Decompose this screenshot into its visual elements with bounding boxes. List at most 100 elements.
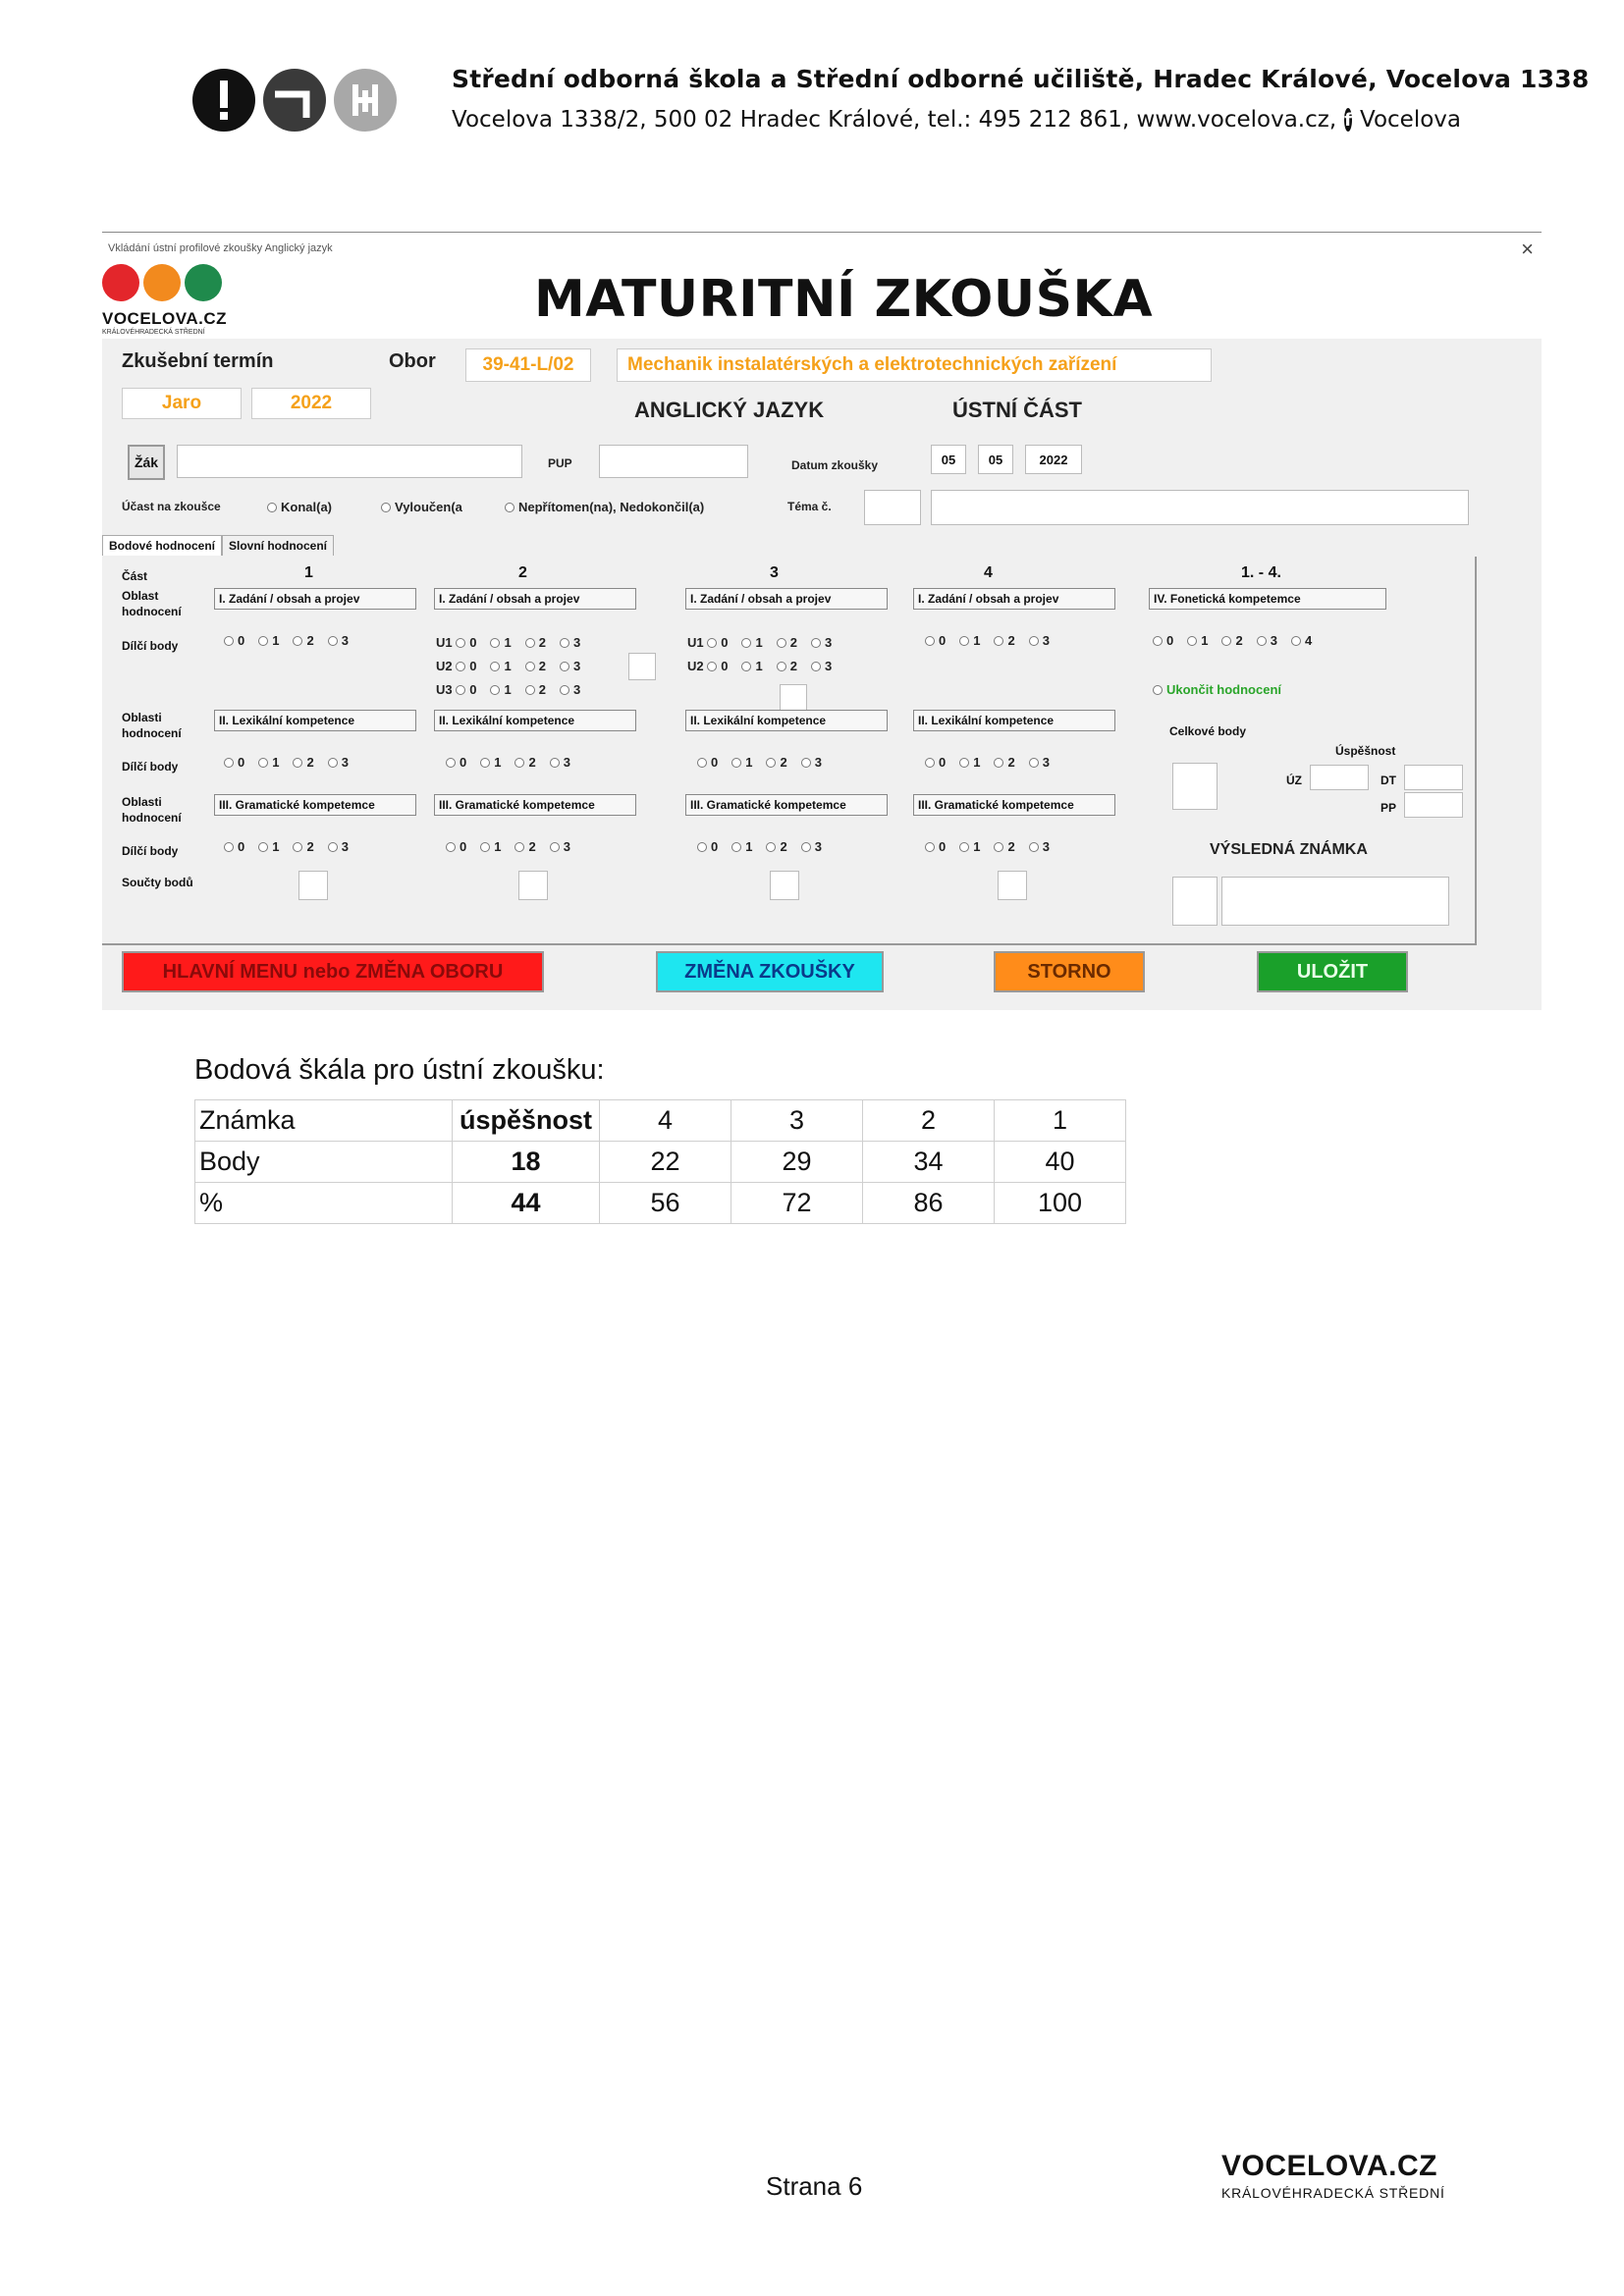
table-cell: Body	[194, 1141, 453, 1183]
area4-col5: IV. Fonetická kompetemce	[1149, 588, 1386, 610]
area-row-label-2: Oblasti hodnocení	[122, 711, 182, 740]
area2-col1: II. Lexikální kompetence	[214, 710, 416, 731]
term-season-field[interactable]: Jaro	[122, 388, 242, 419]
topic-number-field[interactable]	[864, 490, 921, 525]
window-logos	[102, 264, 222, 301]
table-cell: Známka	[194, 1099, 453, 1142]
total-points-field[interactable]	[1172, 763, 1218, 810]
table-cell: 3	[731, 1099, 863, 1142]
window-brand: VOCELOVA.CZ	[102, 309, 228, 328]
area2-col2: II. Lexikální kompetence	[434, 710, 636, 731]
dt-field[interactable]	[1404, 765, 1463, 790]
r1c2-sum-field[interactable]	[628, 653, 656, 680]
pipe-logo-icon	[263, 69, 326, 132]
tab-bar: Bodové hodnocení Slovní hodnocení	[102, 535, 335, 556]
scale-caption: Bodová škála pro ústní zkoušku:	[194, 1054, 605, 1086]
green-logo-icon	[185, 264, 222, 301]
topic-name-field[interactable]	[931, 490, 1469, 525]
r1c5-radios[interactable]: 01234	[1153, 633, 1312, 648]
attendance-radio-2[interactable]: Vyloučen(a	[381, 500, 462, 514]
uz-field[interactable]	[1310, 765, 1369, 790]
letterhead: Střední odborná škola a Střední odborné …	[452, 65, 1590, 133]
date-day-field[interactable]: 05	[931, 445, 966, 474]
r1c4-radios[interactable]: 0123	[925, 633, 1050, 648]
date-month-field[interactable]: 05	[978, 445, 1013, 474]
table-row: Body 18 22 29 34 40	[194, 1141, 1126, 1183]
obor-name-field[interactable]: Mechanik instalatérských a elektrotechni…	[617, 348, 1212, 382]
table-cell: 29	[731, 1141, 863, 1183]
obor-label: Obor	[389, 350, 436, 372]
partial-row-label-2: Dílčí body	[122, 760, 179, 774]
area3-col3: III. Gramatické kompetemce	[685, 794, 888, 816]
r2c2-radios[interactable]: 0123	[446, 755, 570, 770]
finish-evaluation-radio[interactable]: Ukončit hodnocení	[1153, 682, 1281, 697]
exam-entry-window: Vkládání ústní profilové zkoušky Anglick…	[102, 232, 1542, 1010]
table-cell: 2	[862, 1099, 995, 1142]
grade-text-field[interactable]	[1221, 877, 1449, 926]
table-cell: 44	[452, 1182, 600, 1224]
pup-field[interactable]	[599, 445, 748, 478]
r3c4-radios[interactable]: 0123	[925, 839, 1050, 854]
r3c1-radios[interactable]: 0123	[224, 839, 349, 854]
date-label: Datum zkoušky	[791, 458, 879, 472]
area1-col3: I. Zadání / obsah a projev	[685, 588, 888, 610]
pp-label: PP	[1380, 801, 1397, 815]
table-cell: 4	[599, 1099, 731, 1142]
r2c4-radios[interactable]: 0123	[925, 755, 1050, 770]
tab-verbal[interactable]: Slovní hodnocení	[222, 535, 335, 556]
storno-button[interactable]: STORNO	[994, 951, 1145, 992]
r3c3-radios[interactable]: 0123	[697, 839, 822, 854]
red-logo-icon	[102, 264, 139, 301]
main-title: MATURITNÍ ZKOUŠKA	[534, 270, 1154, 329]
main-menu-button[interactable]: HLAVNÍ MENU nebo ZMĚNA OBORU	[122, 951, 544, 992]
sum-row-label: Součty bodů	[122, 876, 193, 889]
school-address: Vocelova 1338/2, 500 02 Hradec Králové, …	[452, 107, 1461, 133]
close-icon[interactable]: ×	[1521, 237, 1534, 262]
date-year-field[interactable]: 2022	[1025, 445, 1082, 474]
attendance-radio-3[interactable]: Nepřítomen(na), Nedokončil(a)	[505, 500, 704, 514]
r1c2-radios[interactable]: U1 0123 U2 0123 U3 0123	[436, 631, 580, 702]
sum-col4-field[interactable]	[998, 871, 1027, 900]
address-line: Vocelova 1338/2, 500 02 Hradec Králové, …	[452, 107, 1337, 133]
column-3-label: 3	[770, 564, 779, 581]
school-name: Střední odborná škola a Střední odborné …	[452, 65, 1590, 93]
exam-form: Zkušební termín Obor 39-41-L/02 Mechanik…	[102, 339, 1542, 1010]
area-row-label-1: Oblast hodnocení	[122, 589, 182, 618]
r2c1-radios[interactable]: 0123	[224, 755, 349, 770]
zak-button[interactable]: Žák	[128, 445, 165, 480]
save-button[interactable]: ULOŽIT	[1257, 951, 1408, 992]
table-row: Známka úspěšnost 4 3 2 1	[194, 1099, 1126, 1142]
topic-label: Téma č.	[787, 500, 832, 513]
facebook-label: Vocelova	[1360, 107, 1461, 133]
table-cell: 34	[862, 1141, 995, 1183]
sum-col1-field[interactable]	[298, 871, 328, 900]
grade-number-field[interactable]	[1172, 877, 1218, 926]
table-row: % 44 56 72 86 100	[194, 1182, 1126, 1224]
column-total-label: 1. - 4.	[1241, 564, 1281, 581]
r2c3-radios[interactable]: 0123	[697, 755, 822, 770]
r1c3-sum-field[interactable]	[780, 684, 807, 712]
term-year-field[interactable]: 2022	[251, 388, 371, 419]
uz-label: ÚZ	[1286, 774, 1302, 787]
change-exam-button[interactable]: ZMĚNA ZKOUŠKY	[656, 951, 884, 992]
partial-row-label-3: Dílčí body	[122, 844, 179, 858]
attendance-radio-1[interactable]: Konal(a)	[267, 500, 332, 514]
plug-logo-icon	[334, 69, 397, 132]
sum-col3-field[interactable]	[770, 871, 799, 900]
footer-brand: VOCELOVA.CZ	[1221, 2150, 1437, 2182]
r3c2-radios[interactable]: 0123	[446, 839, 570, 854]
student-name-field[interactable]	[177, 445, 522, 478]
r1c3-radios[interactable]: U1 0123 U2 0123	[687, 631, 832, 678]
facebook-icon: f	[1344, 108, 1352, 132]
r1c1-radios[interactable]: 0123	[224, 633, 349, 648]
table-cell: úspěšnost	[452, 1099, 600, 1142]
pp-field[interactable]	[1404, 792, 1463, 818]
obor-code-field[interactable]: 39-41-L/02	[465, 348, 591, 382]
sum-col2-field[interactable]	[518, 871, 548, 900]
tab-points[interactable]: Bodové hodnocení	[102, 535, 222, 556]
column-4-label: 4	[984, 564, 993, 581]
area3-col4: III. Gramatické kompetemce	[913, 794, 1115, 816]
area2-col4: II. Lexikální kompetence	[913, 710, 1115, 731]
area1-col4: I. Zadání / obsah a projev	[913, 588, 1115, 610]
column-2-label: 2	[518, 564, 527, 581]
